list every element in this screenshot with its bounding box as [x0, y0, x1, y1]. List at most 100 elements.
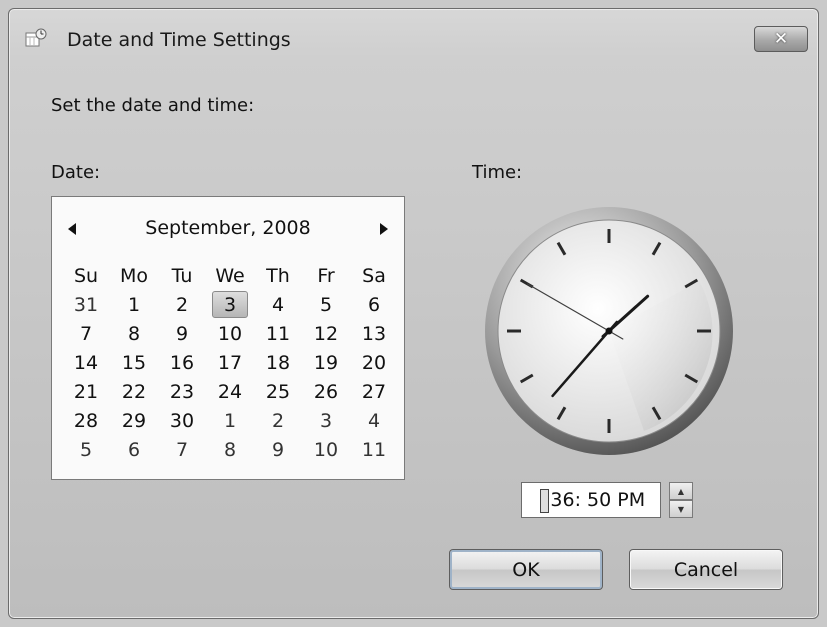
chevron-right-icon: [380, 223, 388, 235]
time-label: Time:: [472, 162, 523, 183]
calendar-day[interactable]: 6: [110, 435, 158, 464]
calendar-day-label: 4: [367, 409, 381, 432]
next-month-button[interactable]: [376, 219, 392, 239]
calendar-day[interactable]: 23: [158, 377, 206, 406]
calendar-day-selected[interactable]: 3: [206, 290, 254, 319]
calendar-day-label: 15: [121, 351, 147, 374]
calendar-day[interactable]: 4: [350, 406, 398, 435]
calendar-day[interactable]: 29: [110, 406, 158, 435]
calendar-day[interactable]: 17: [206, 348, 254, 377]
calendar-month-title[interactable]: September, 2008: [52, 217, 404, 239]
text-caret: [540, 489, 549, 513]
calendar-day-label: 14: [73, 351, 99, 374]
calendar-day-label: 11: [361, 438, 387, 461]
calendar-day-label: 6: [127, 438, 141, 461]
calendar-day[interactable]: 7: [158, 435, 206, 464]
weekday-header: Th: [266, 264, 290, 287]
calendar-day-label: 2: [271, 409, 285, 432]
calendar-header: September, 2008: [52, 215, 404, 245]
calendar-day[interactable]: 2: [254, 406, 302, 435]
calendar-day-label: 7: [175, 438, 189, 461]
calendar-day[interactable]: 18: [254, 348, 302, 377]
window-title: Date and Time Settings: [67, 29, 291, 51]
calendar-day[interactable]: 9: [254, 435, 302, 464]
calendar-day-label: 25: [265, 380, 291, 403]
calendar-day-label: 1: [223, 409, 237, 432]
calendar-day[interactable]: 8: [206, 435, 254, 464]
calendar-day-label: 12: [313, 322, 339, 345]
close-button[interactable]: ✕: [754, 26, 808, 52]
time-value: :36: 50 PM: [544, 489, 646, 511]
calendar-day-label: 11: [265, 322, 291, 345]
close-icon: ✕: [773, 29, 789, 49]
calendar-day[interactable]: 11: [254, 319, 302, 348]
calendar-day-label: 9: [175, 322, 189, 345]
calendar-day-label: 7: [79, 322, 93, 345]
calendar-day[interactable]: 9: [158, 319, 206, 348]
ok-button[interactable]: OK: [449, 549, 603, 590]
calendar-day[interactable]: 21: [62, 377, 110, 406]
calendar-day[interactable]: 11: [350, 435, 398, 464]
calendar-day[interactable]: 10: [302, 435, 350, 464]
calendar-day[interactable]: 28: [62, 406, 110, 435]
calendar-day-label: 21: [73, 380, 99, 403]
calendar-day[interactable]: 5: [302, 290, 350, 319]
date-time-icon: [25, 28, 47, 47]
weekday-header: Fr: [317, 264, 335, 287]
arrow-up-icon: ▲: [677, 486, 685, 496]
calendar-day[interactable]: 1: [206, 406, 254, 435]
calendar-day-label: 24: [217, 380, 243, 403]
time-down-button[interactable]: ▼: [669, 500, 693, 518]
calendar-day[interactable]: 3: [302, 406, 350, 435]
calendar-day[interactable]: 13: [350, 319, 398, 348]
weekday-header: Tu: [171, 264, 193, 287]
instruction-text: Set the date and time:: [51, 95, 255, 116]
calendar-day[interactable]: 27: [350, 377, 398, 406]
calendar-day[interactable]: 16: [158, 348, 206, 377]
calendar-day[interactable]: 5: [62, 435, 110, 464]
calendar-day-label: 30: [169, 409, 195, 432]
calendar-day[interactable]: 25: [254, 377, 302, 406]
calendar-day[interactable]: 8: [110, 319, 158, 348]
calendar-day-label: 1: [127, 293, 141, 316]
calendar-day[interactable]: 31: [62, 290, 110, 319]
arrow-down-icon: ▼: [677, 504, 685, 514]
date-time-dialog: Date and Time Settings ✕ Set the date an…: [8, 8, 819, 619]
calendar-day[interactable]: 30: [158, 406, 206, 435]
weekday-header: Mo: [119, 264, 149, 287]
calendar-day[interactable]: 15: [110, 348, 158, 377]
calendar-day-label: 10: [217, 322, 243, 345]
calendar-day[interactable]: 12: [302, 319, 350, 348]
calendar-day[interactable]: 7: [62, 319, 110, 348]
calendar-day[interactable]: 19: [302, 348, 350, 377]
calendar-day[interactable]: 1: [110, 290, 158, 319]
calendar-day-label: 4: [271, 293, 285, 316]
time-up-button[interactable]: ▲: [669, 482, 693, 500]
calendar-day-label: 6: [367, 293, 381, 316]
calendar-day[interactable]: 6: [350, 290, 398, 319]
calendar-day-label: 10: [313, 438, 339, 461]
calendar-day[interactable]: 14: [62, 348, 110, 377]
calendar-day-label: 29: [121, 409, 147, 432]
calendar-day-label: 3: [319, 409, 333, 432]
time-input[interactable]: :36: 50 PM: [521, 482, 661, 518]
clock-center: [605, 327, 613, 335]
calendar-day[interactable]: 10: [206, 319, 254, 348]
calendar-day[interactable]: 4: [254, 290, 302, 319]
calendar[interactable]: September, 2008 Su Mo Tu We Th Fr Sa 31 1 2 3 4 5 6 7 8…: [51, 196, 405, 480]
calendar-day[interactable]: 26: [302, 377, 350, 406]
calendar-day[interactable]: 20: [350, 348, 398, 377]
weekday-header: Su: [73, 264, 99, 287]
weekday-header: Sa: [362, 264, 386, 287]
cancel-button[interactable]: Cancel: [629, 549, 783, 590]
calendar-day[interactable]: 22: [110, 377, 158, 406]
calendar-day[interactable]: 2: [158, 290, 206, 319]
calendar-day[interactable]: 24: [206, 377, 254, 406]
analog-clock: [485, 207, 733, 455]
calendar-day-label: 22: [121, 380, 147, 403]
calendar-day-label: 5: [319, 293, 333, 316]
calendar-day-label: 31: [73, 293, 99, 316]
dialog-body: Set the date and time: Date: Time: Septe…: [35, 81, 808, 611]
calendar-day-label: 20: [361, 351, 387, 374]
date-label: Date:: [51, 162, 101, 183]
